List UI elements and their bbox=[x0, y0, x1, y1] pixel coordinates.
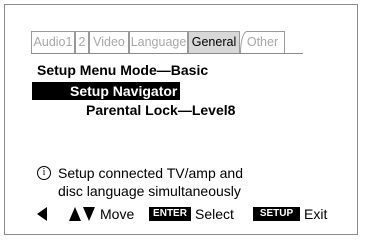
tab-video[interactable]: Video bbox=[89, 31, 129, 53]
tab-other[interactable]: Other bbox=[240, 31, 285, 53]
dash-separator: — bbox=[156, 62, 171, 78]
exit-label: Exit bbox=[304, 206, 328, 222]
parental-lock-row[interactable]: Parental Lock—Level8 bbox=[86, 101, 235, 119]
up-down-arrows-icon bbox=[69, 207, 95, 221]
tab-audio2[interactable]: 2 bbox=[75, 31, 89, 53]
select-label: Select bbox=[195, 206, 234, 222]
left-arrow-icon bbox=[37, 207, 47, 221]
setup-key-badge: SETUP bbox=[253, 207, 300, 221]
menu-item-setup-navigator[interactable]: Setup Navigator bbox=[70, 82, 177, 100]
setup-menu-mode-row[interactable]: Setup Menu Mode—Basic bbox=[37, 61, 208, 79]
info-line-1: Setup connected TV/amp and bbox=[58, 165, 243, 181]
move-label: Move bbox=[100, 206, 135, 222]
setup-menu-mode-label: Setup Menu Mode bbox=[37, 62, 157, 78]
tab-audio1[interactable]: Audio1 bbox=[31, 31, 75, 53]
footer-bar: Move ENTER Select SETUP Exit bbox=[0, 204, 366, 224]
info-line-2: disc language simultaneously bbox=[58, 183, 241, 199]
parental-lock-label: Parental Lock bbox=[86, 102, 178, 118]
parental-lock-value: Level8 bbox=[191, 102, 236, 118]
tab-general[interactable]: General bbox=[188, 31, 240, 53]
tab-language[interactable]: Language bbox=[129, 31, 188, 53]
info-icon: i bbox=[37, 166, 51, 180]
tab-divider bbox=[31, 53, 303, 54]
enter-key-badge: ENTER bbox=[149, 207, 191, 221]
setup-menu-mode-value: Basic bbox=[170, 62, 209, 78]
dash-separator: — bbox=[177, 102, 192, 118]
